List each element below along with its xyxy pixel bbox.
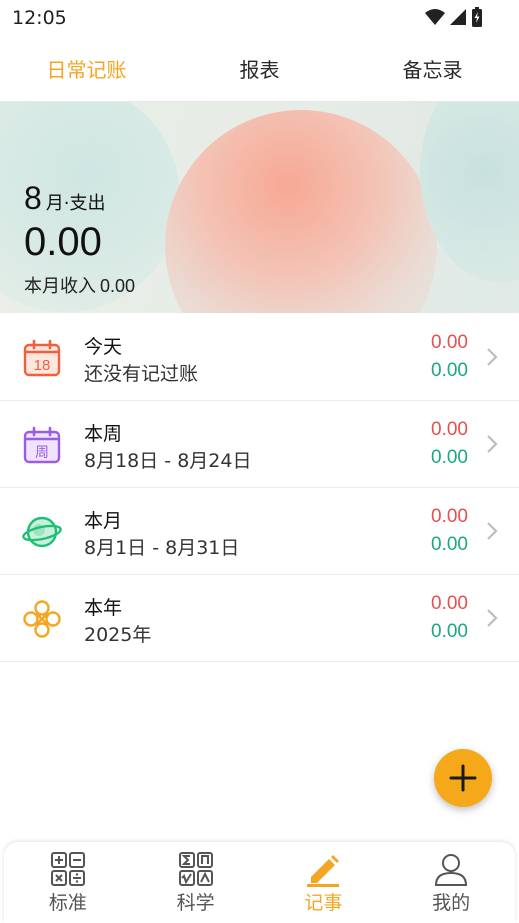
svg-text:18: 18 — [34, 357, 51, 374]
scientific-calculator-icon — [178, 852, 213, 886]
tab-memo[interactable]: 备忘录 — [346, 40, 519, 100]
row-title: 本月 — [84, 510, 123, 532]
bottom-navigation: 标准 科学 记事 我的 — [4, 842, 515, 923]
row-income: 0.00 — [431, 447, 468, 468]
banner-income: 本月收入 0.00 — [24, 272, 135, 298]
chevron-right-icon — [487, 522, 498, 540]
banner-month-label: 月·支出 — [45, 193, 106, 214]
nav-label: 我的 — [432, 892, 471, 914]
knot-icon — [23, 600, 61, 638]
row-expense: 0.00 — [431, 593, 468, 614]
row-expense: 0.00 — [431, 332, 468, 353]
list-item-this-month[interactable]: 本月 8月1日 - 8月31日 0.00 0.00 — [0, 488, 519, 575]
signal-icon — [450, 9, 466, 25]
banner-income-label: 本月收入 — [24, 276, 96, 297]
pencil-icon — [307, 855, 340, 887]
row-income: 0.00 — [431, 534, 468, 555]
calculator-icon — [50, 852, 85, 886]
row-title: 本周 — [84, 423, 123, 445]
list-item-today[interactable]: 18 今天 还没有记过账 0.00 0.00 — [0, 314, 519, 401]
top-tabs: 日常记账 报表 备忘录 — [0, 40, 519, 100]
period-summary-list: 18 今天 还没有记过账 0.00 0.00 周 本周 8月18日 - 8月24… — [0, 314, 519, 662]
row-title: 今天 — [84, 336, 123, 358]
calendar-week-icon: 周 — [23, 426, 61, 464]
monthly-summary-banner: 8 月·支出 0.00 本月收入 0.00 — [0, 102, 519, 313]
tab-daily-bookkeeping[interactable]: 日常记账 — [0, 40, 173, 100]
nav-item-notes[interactable]: 记事 — [260, 842, 388, 923]
banner-expense-amount: 0.00 — [24, 220, 102, 264]
row-income: 0.00 — [431, 360, 468, 381]
nav-item-mine[interactable]: 我的 — [387, 842, 515, 923]
chevron-right-icon — [487, 609, 498, 627]
plus-icon — [449, 764, 477, 792]
nav-label: 记事 — [304, 892, 343, 914]
banner-decoration — [165, 110, 437, 313]
banner-month-number: 8 — [24, 180, 42, 216]
status-time: 12:05 — [12, 7, 67, 29]
add-record-button[interactable] — [434, 749, 492, 807]
banner-income-value: 0.00 — [100, 276, 136, 296]
status-icons — [425, 7, 483, 27]
battery-icon — [472, 7, 482, 27]
row-title: 本年 — [84, 597, 123, 619]
chevron-right-icon — [487, 435, 498, 453]
person-icon — [435, 854, 468, 886]
planet-icon — [22, 516, 62, 548]
chevron-right-icon — [487, 348, 498, 366]
nav-item-standard[interactable]: 标准 — [4, 842, 132, 923]
nav-item-scientific[interactable]: 科学 — [132, 842, 260, 923]
row-subtitle: 2025年 — [84, 624, 152, 646]
nav-label: 标准 — [48, 892, 87, 914]
svg-text:周: 周 — [35, 445, 49, 461]
tab-reports[interactable]: 报表 — [173, 40, 346, 100]
row-expense: 0.00 — [431, 419, 468, 440]
row-income: 0.00 — [431, 621, 468, 642]
nav-label: 科学 — [176, 892, 215, 914]
list-item-this-week[interactable]: 周 本周 8月18日 - 8月24日 0.00 0.00 — [0, 401, 519, 488]
row-subtitle: 8月18日 - 8月24日 — [84, 450, 252, 472]
calendar-18-icon: 18 — [23, 339, 61, 377]
row-subtitle: 8月1日 - 8月31日 — [84, 537, 240, 559]
row-expense: 0.00 — [431, 506, 468, 527]
banner-month-heading: 8 月·支出 — [24, 180, 106, 217]
status-bar: 12:05 — [0, 0, 519, 36]
row-subtitle: 还没有记过账 — [84, 363, 199, 385]
list-item-this-year[interactable]: 本年 2025年 0.00 0.00 — [0, 575, 519, 662]
wifi-icon — [425, 9, 445, 25]
